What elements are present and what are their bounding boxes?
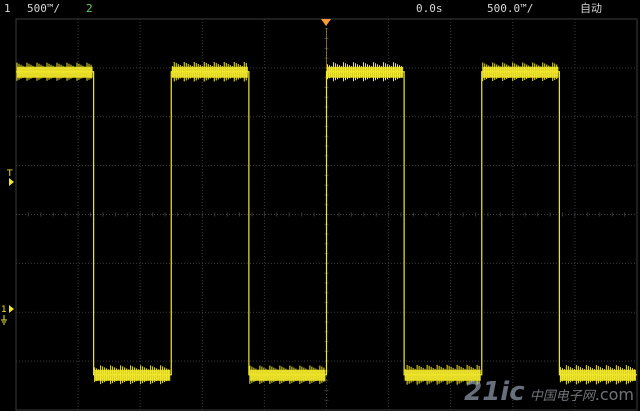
channel1-scale[interactable]: 500™/ xyxy=(27,0,60,18)
trigger-level-label: T xyxy=(6,169,13,179)
ch1-ground-marker[interactable] xyxy=(9,305,14,313)
watermark: 21ic 中国电子网.com xyxy=(464,377,634,407)
trigger-position-marker[interactable] xyxy=(321,19,331,26)
time-scale[interactable]: 500.0™/ xyxy=(487,0,533,18)
acquisition-mode[interactable]: 自动 xyxy=(580,0,602,18)
watermark-brand: 21ic xyxy=(464,377,525,407)
status-bar: 1 500™/ 2 0.0s 500.0™/ 自动 xyxy=(0,0,640,18)
trigger-level-marker[interactable] xyxy=(9,178,14,186)
time-offset[interactable]: 0.0s xyxy=(416,0,443,18)
oscilloscope-screen: T 1 xyxy=(1,18,638,411)
watermark-domain: .com xyxy=(594,385,634,404)
channel1-number[interactable]: 1 xyxy=(4,0,11,18)
ground-icon xyxy=(1,315,7,325)
channel2-number[interactable]: 2 xyxy=(86,0,93,18)
ch1-ground-label: 1 xyxy=(1,305,7,315)
watermark-suffix: 中国电子网 xyxy=(529,389,595,404)
